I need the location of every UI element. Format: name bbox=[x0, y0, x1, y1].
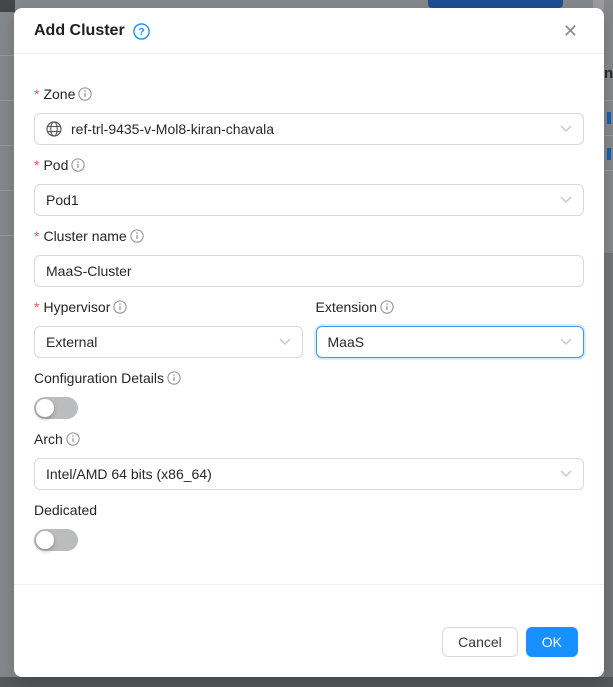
arch-select[interactable]: Intel/AMD 64 bits (x86_64) bbox=[34, 458, 584, 490]
info-icon[interactable] bbox=[167, 371, 181, 385]
pod-value: Pod1 bbox=[46, 192, 79, 208]
backdrop-row-divider bbox=[604, 170, 613, 171]
svg-text:?: ? bbox=[138, 27, 144, 38]
backdrop-add-cluster-button-dimmed bbox=[428, 0, 563, 8]
help-icon[interactable]: ? bbox=[133, 23, 150, 40]
globe-icon bbox=[46, 121, 62, 137]
hypervisor-label-row: * Hypervisor bbox=[34, 297, 303, 317]
backdrop-row-divider bbox=[0, 55, 14, 56]
pod-select[interactable]: Pod1 bbox=[34, 184, 584, 216]
extension-label-row: Extension bbox=[316, 297, 585, 317]
backdrop-header-fragment bbox=[0, 0, 15, 12]
cluster-name-label-row: * Cluster name bbox=[34, 226, 584, 246]
add-cluster-dialog: Add Cluster ? ✕ * Zone bbox=[14, 8, 604, 677]
chevron-down-icon bbox=[560, 125, 572, 133]
extension-label: Extension bbox=[316, 299, 377, 315]
configuration-details-toggle[interactable] bbox=[34, 397, 78, 419]
chevron-down-icon bbox=[279, 338, 291, 346]
zone-label-row: * Zone bbox=[34, 84, 584, 104]
chevron-down-icon bbox=[560, 338, 572, 346]
backdrop-row-divider bbox=[0, 190, 14, 191]
backdrop-row-divider bbox=[604, 100, 613, 101]
zone-label: Zone bbox=[43, 86, 75, 102]
cluster-name-label: Cluster name bbox=[43, 228, 126, 244]
toggle-knob bbox=[36, 399, 54, 417]
dedicated-toggle[interactable] bbox=[34, 529, 78, 551]
required-asterisk: * bbox=[34, 158, 39, 172]
zone-value: ref-trl-9435-v-Mol8-kiran-chavala bbox=[71, 121, 274, 137]
chevron-down-icon bbox=[560, 196, 572, 204]
pod-label-row: * Pod bbox=[34, 155, 584, 175]
backdrop-bottom-strip bbox=[0, 677, 613, 687]
cancel-button[interactable]: Cancel bbox=[442, 627, 518, 657]
cluster-name-value: MaaS-Cluster bbox=[46, 263, 132, 279]
info-icon[interactable] bbox=[71, 158, 85, 172]
close-icon[interactable]: ✕ bbox=[557, 22, 584, 40]
cluster-name-input[interactable]: MaaS-Cluster bbox=[34, 255, 584, 287]
toggle-knob bbox=[36, 531, 54, 549]
cluster-name-field: * Cluster name MaaS-Cluster bbox=[34, 226, 584, 287]
info-icon[interactable] bbox=[66, 432, 80, 446]
extension-select[interactable]: MaaS bbox=[316, 326, 585, 358]
info-icon[interactable] bbox=[130, 229, 144, 243]
info-icon[interactable] bbox=[380, 300, 394, 314]
arch-value: Intel/AMD 64 bits (x86_64) bbox=[46, 466, 212, 482]
zone-select[interactable]: ref-trl-9435-v-Mol8-kiran-chavala bbox=[34, 113, 584, 145]
arch-label-row: Arch bbox=[34, 429, 584, 449]
dialog-body: * Zone bbox=[14, 54, 604, 551]
backdrop-clipped-text: n bbox=[604, 64, 613, 84]
pod-label: Pod bbox=[43, 157, 68, 173]
backdrop-row-divider bbox=[0, 145, 14, 146]
arch-label: Arch bbox=[34, 431, 63, 447]
dedicated-label-row: Dedicated bbox=[34, 500, 584, 520]
backdrop-panel-fragment bbox=[604, 253, 613, 677]
extension-value: MaaS bbox=[328, 334, 365, 350]
info-icon[interactable] bbox=[78, 87, 92, 101]
pod-field: * Pod Pod1 bbox=[34, 155, 584, 216]
dedicated-label: Dedicated bbox=[34, 502, 97, 518]
required-asterisk: * bbox=[34, 229, 39, 243]
extension-field: Extension MaaS bbox=[316, 297, 585, 358]
required-asterisk: * bbox=[34, 300, 39, 314]
chevron-down-icon bbox=[560, 470, 572, 478]
ok-button[interactable]: OK bbox=[526, 627, 578, 657]
hypervisor-extension-row: * Hypervisor External bbox=[34, 297, 584, 358]
backdrop-row-divider bbox=[0, 100, 14, 101]
dedicated-field: Dedicated bbox=[34, 500, 584, 551]
required-asterisk: * bbox=[34, 87, 39, 101]
backdrop-link-fragment bbox=[607, 112, 611, 124]
dialog-footer: Cancel OK bbox=[14, 584, 604, 677]
hypervisor-field: * Hypervisor External bbox=[34, 297, 303, 358]
hypervisor-value: External bbox=[46, 334, 97, 350]
configuration-details-field: Configuration Details bbox=[34, 368, 584, 419]
hypervisor-label: Hypervisor bbox=[43, 299, 110, 315]
backdrop-row-divider bbox=[604, 135, 613, 136]
zone-field: * Zone bbox=[34, 84, 584, 145]
backdrop-row-divider bbox=[0, 235, 14, 236]
dialog-header: Add Cluster ? ✕ bbox=[14, 8, 604, 54]
hypervisor-select[interactable]: External bbox=[34, 326, 303, 358]
configuration-details-label-row: Configuration Details bbox=[34, 368, 584, 388]
backdrop-link-fragment bbox=[607, 148, 611, 160]
info-icon[interactable] bbox=[113, 300, 127, 314]
arch-field: Arch Intel/AMD 64 bits (x86_64) bbox=[34, 429, 584, 490]
configuration-details-label: Configuration Details bbox=[34, 370, 164, 386]
dialog-title: Add Cluster bbox=[34, 22, 125, 40]
